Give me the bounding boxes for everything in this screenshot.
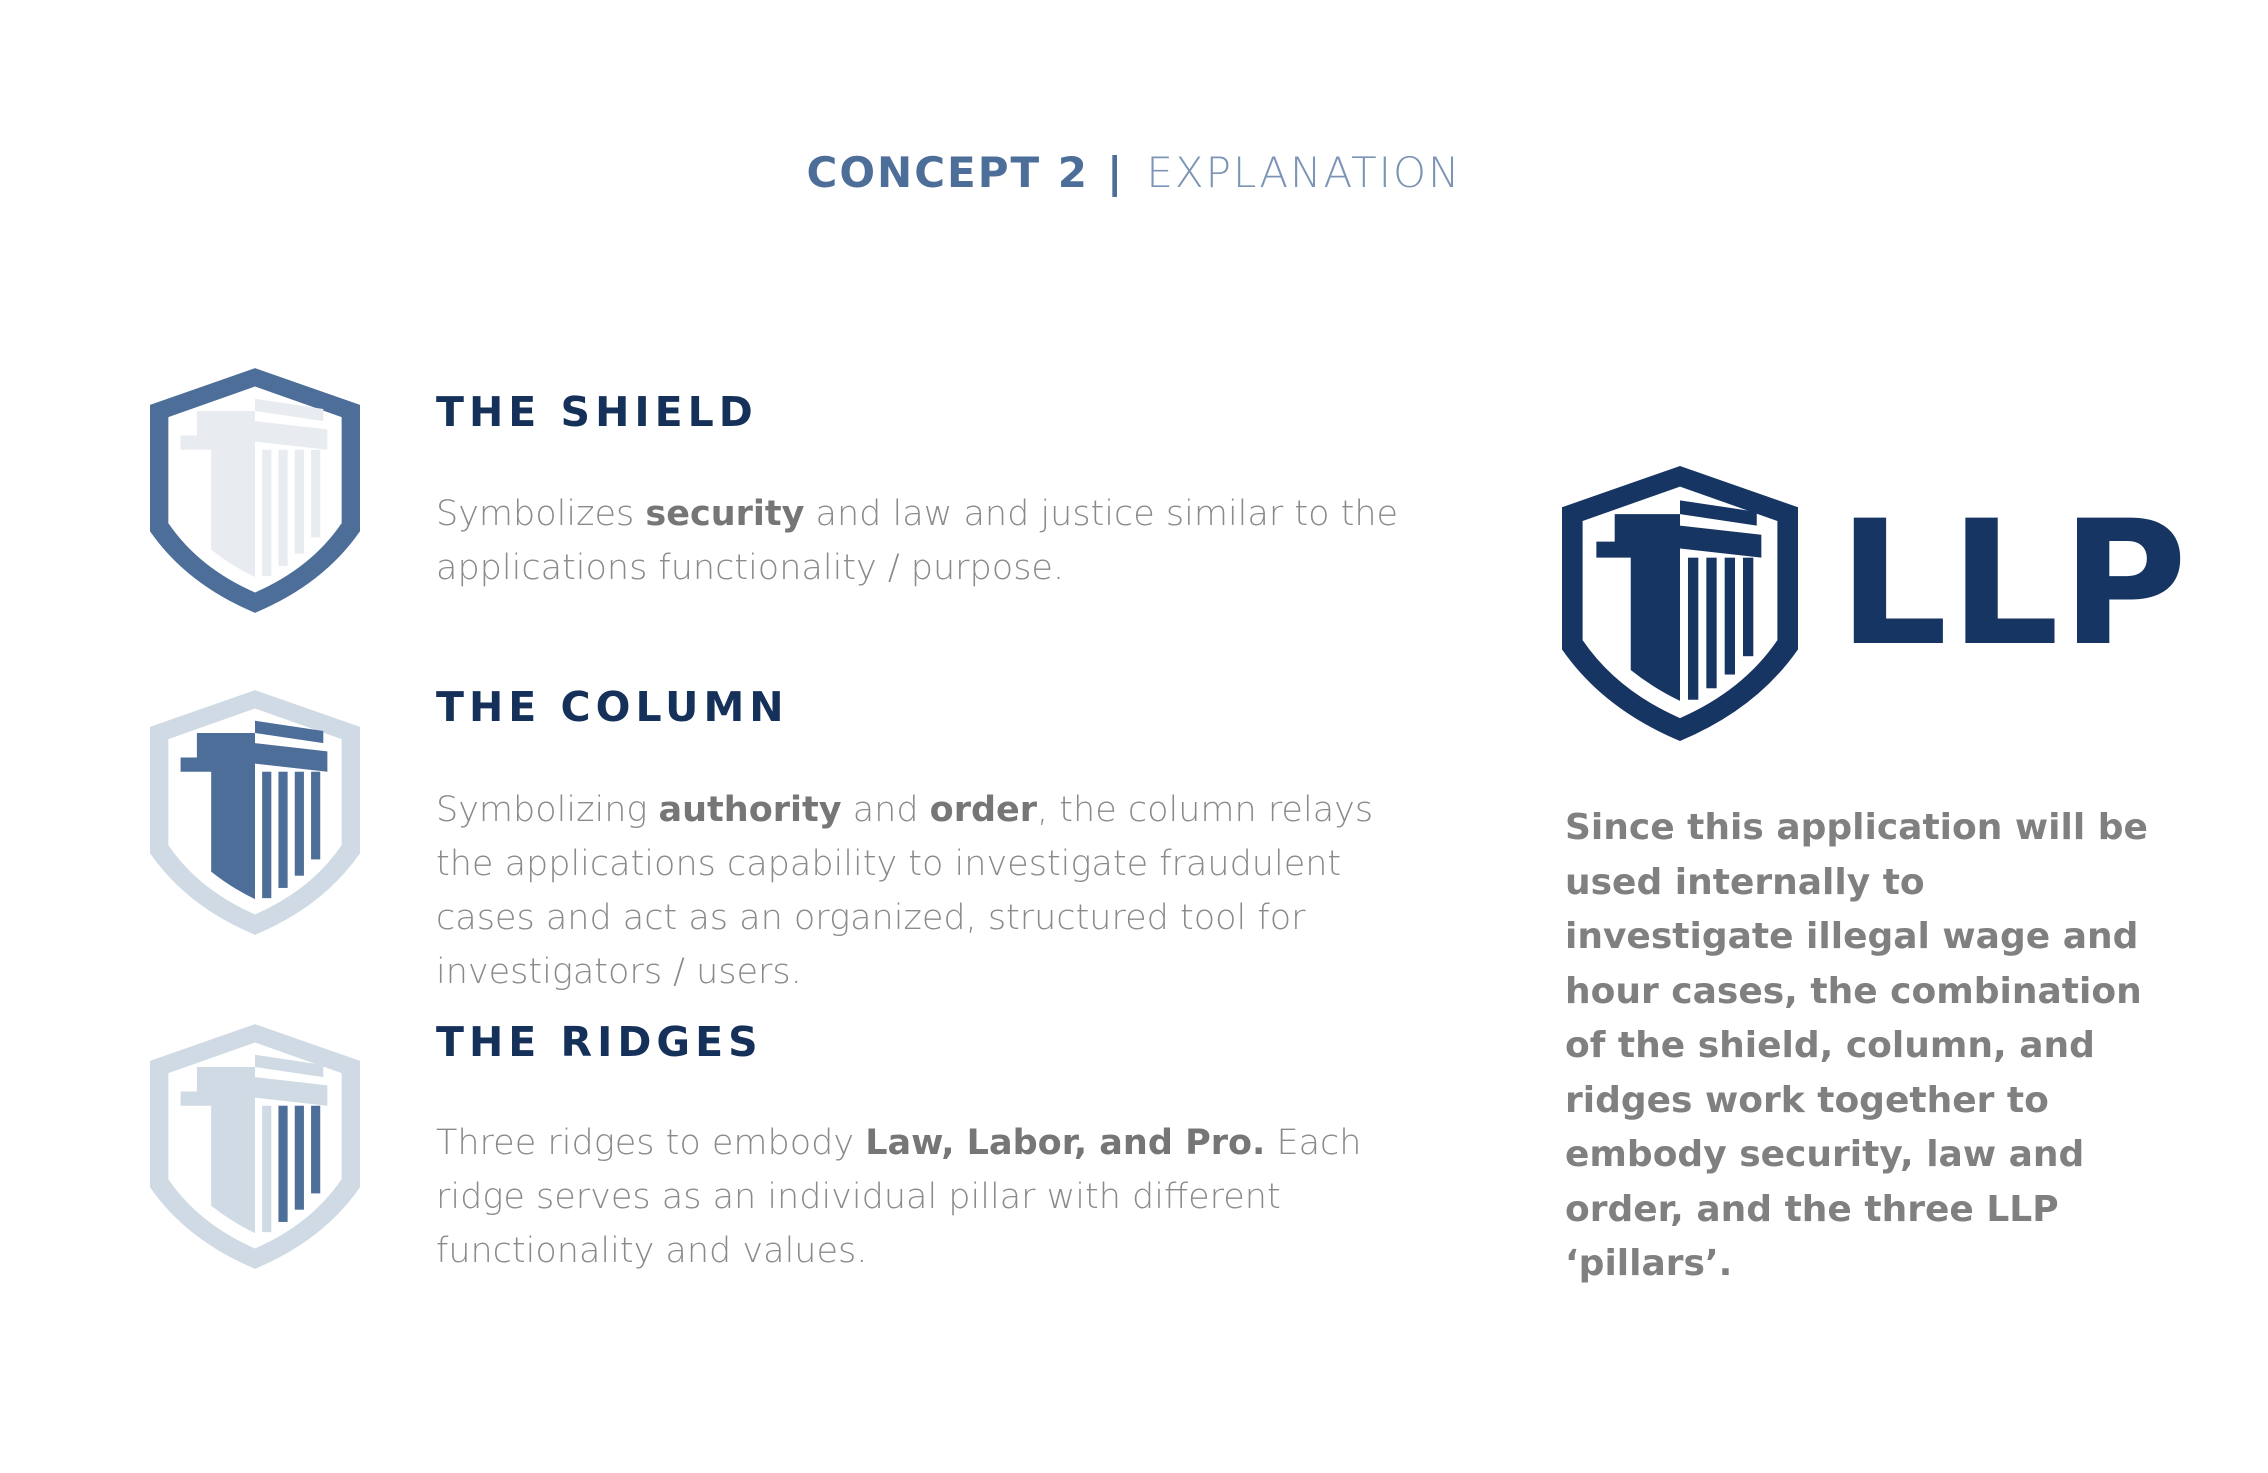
concept-explanation: Since this application will be used inte…: [1565, 807, 2148, 1284]
ridges-highlight-icon: [150, 1024, 360, 1269]
body-emphasis: authority: [658, 790, 842, 830]
concept-page: CONCEPT 2 | EXPLANATION THE SHIELD Symboli…: [0, 0, 2268, 1473]
body-text: Symbolizing: [436, 790, 659, 830]
column-highlight-icon: [150, 690, 360, 935]
section-title-ridges: THE RIDGES: [436, 1018, 763, 1066]
body-text: Three ridges to embody: [436, 1123, 866, 1163]
body-emphasis: security: [645, 494, 805, 534]
section-body-ridges: Three ridges to embody Law, Labor, and P…: [436, 1116, 1436, 1278]
logo-wordmark: LLP: [1838, 483, 2190, 684]
concept-label: CONCEPT 2: [806, 148, 1089, 197]
body-text: Symbolizes: [436, 494, 646, 534]
shield-highlight-icon: [150, 368, 360, 613]
header-separator: |: [1106, 148, 1125, 197]
shield-column-logo-icon: [1562, 466, 1798, 741]
section-body-shield: Symbolizes security and law and justice …: [436, 487, 1436, 595]
body-emphasis: order: [929, 790, 1038, 830]
body-text: and: [841, 790, 930, 830]
body-emphasis: Law, Labor, and Pro.: [865, 1123, 1266, 1163]
section-title-shield: THE SHIELD: [436, 388, 758, 436]
header-subtitle: EXPLANATION: [1146, 148, 1462, 197]
section-body-column: Symbolizing authority and order, the col…: [436, 783, 1436, 999]
page-header: CONCEPT 2 | EXPLANATION: [0, 148, 2268, 197]
section-title-column: THE COLUMN: [436, 683, 789, 731]
